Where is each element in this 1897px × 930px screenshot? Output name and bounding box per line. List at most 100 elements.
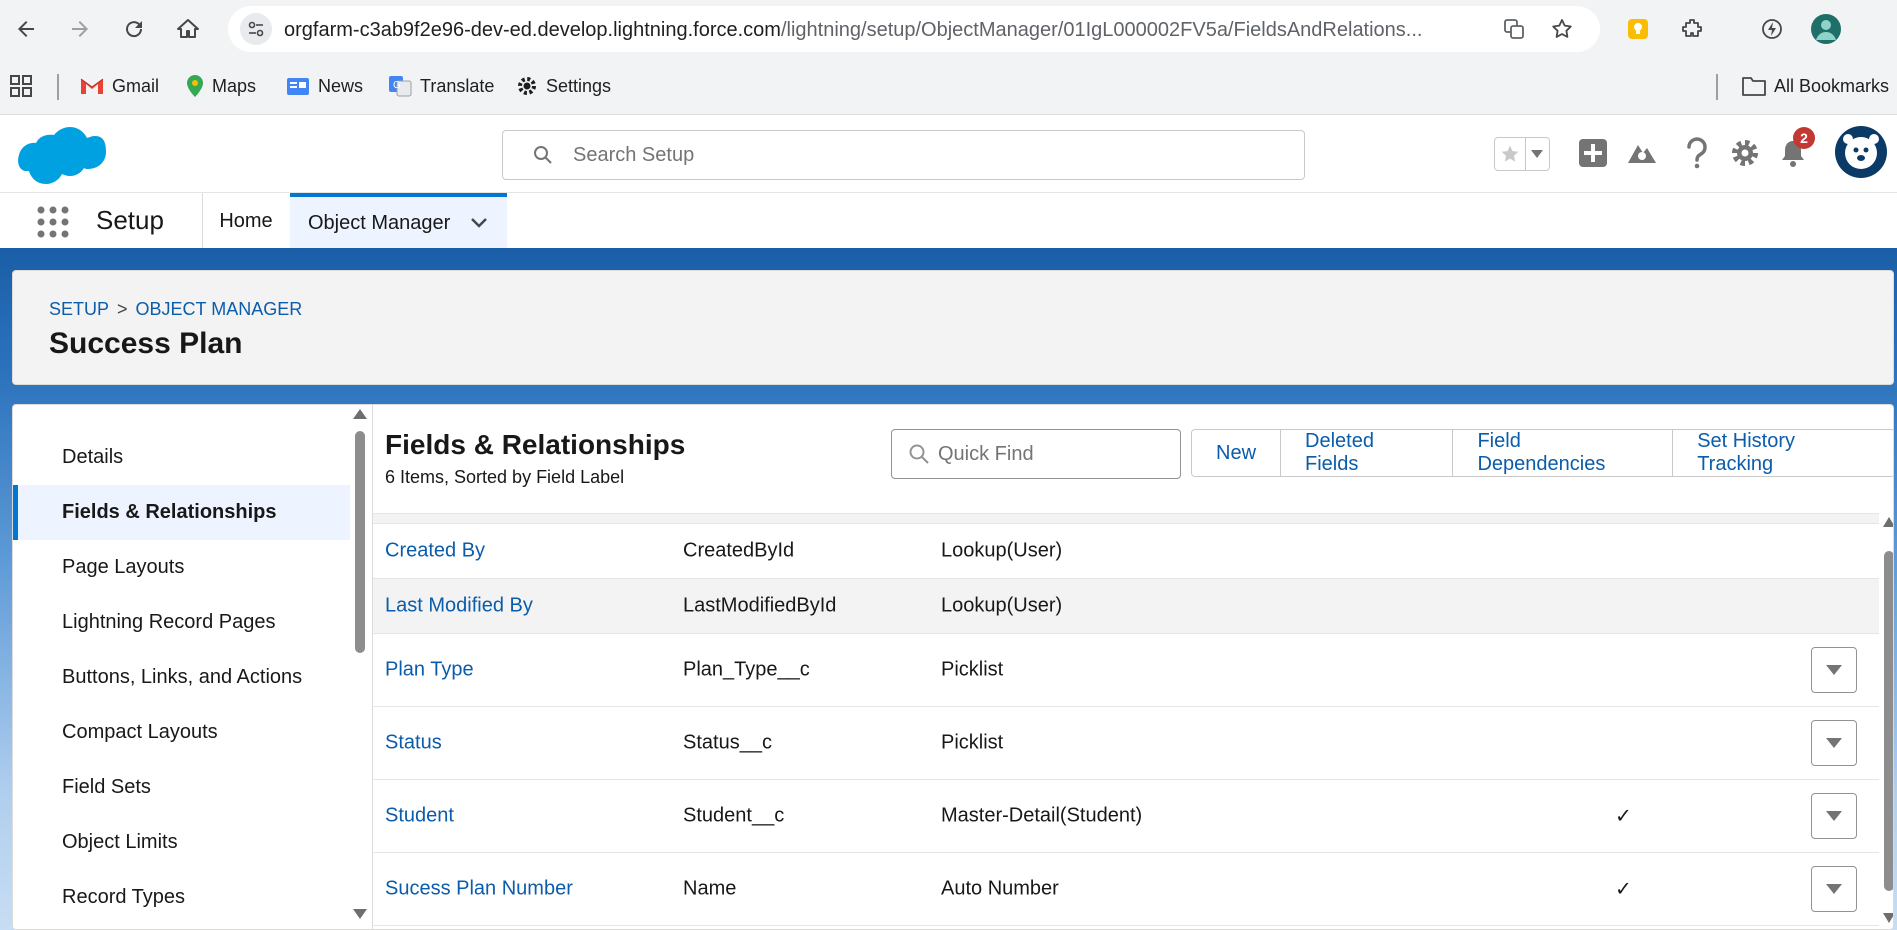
site-info-icon[interactable] [240,13,272,45]
quick-find[interactable] [891,429,1181,479]
all-bookmarks[interactable]: All Bookmarks [1742,72,1889,100]
sidebar-item-record-types[interactable]: Record Types [13,870,350,925]
field-api-name: Status__c [683,731,772,754]
section-title: Fields & Relationships [385,429,686,460]
help-icon[interactable] [1679,135,1715,171]
sidebar-item-label: Details [62,446,124,468]
sidebar-item-buttons-links-actions[interactable]: Buttons, Links, and Actions [13,650,350,705]
field-data-type: Auto Number [941,877,1059,900]
extensions-puzzle-icon[interactable] [1676,13,1708,45]
field-data-type: Lookup(User) [941,594,1063,617]
tab-home[interactable]: Home [203,193,289,249]
sidebar-scrollbar[interactable] [350,405,372,929]
app-name: Setup [96,205,164,235]
field-data-type: Picklist [941,731,1004,754]
scroll-up-icon[interactable] [1883,517,1894,527]
app-launcher-icon[interactable] [36,205,70,244]
section-subtitle: 6 Items, Sorted by Field Label [385,467,625,487]
breadcrumb-object-manager[interactable]: OBJECT MANAGER [136,299,303,320]
global-header: 2 [0,115,1897,192]
object-sidebar: Details Fields & Relationships Page Layo… [13,405,350,929]
table-scroll-thumb[interactable] [1884,551,1893,891]
bookmark-news[interactable]: News [286,72,363,100]
set-history-tracking-button[interactable]: Set History Tracking [1673,430,1893,476]
scroll-down-icon[interactable] [353,909,367,919]
sidebar-item-field-sets[interactable]: Field Sets [13,760,350,815]
bookmark-star-icon[interactable] [1548,15,1576,43]
keep-extension-icon[interactable] [1622,13,1654,45]
sidebar-item-page-layouts[interactable]: Page Layouts [13,540,350,595]
apps-grid-icon[interactable] [10,72,32,100]
field-label-link[interactable]: Sucess Plan Number [385,878,573,901]
bookmark-gmail[interactable]: Gmail [80,72,159,100]
sidebar-scroll-thumb[interactable] [355,431,365,653]
svg-text:G: G [393,80,401,91]
translate-icon: G [389,76,412,97]
chevron-down-icon[interactable] [470,217,488,229]
field-api-name: Name [683,877,737,900]
setup-search-input[interactable] [573,141,1273,169]
address-bar[interactable]: orgfarm-c3ab9f2e96-dev-ed.develop.lightn… [228,6,1600,52]
back-icon[interactable] [10,13,42,45]
url-host: orgfarm-c3ab9f2e96-dev-ed.develop.lightn… [284,19,781,41]
reload-icon[interactable] [118,13,150,45]
scroll-up-icon[interactable] [353,409,367,419]
sidebar-item-details[interactable]: Details [13,430,350,485]
sidebar-item-compact-layouts[interactable]: Compact Layouts [13,705,350,760]
browser-toolbar: orgfarm-c3ab9f2e96-dev-ed.develop.lightn… [0,0,1897,58]
tab-object-manager[interactable]: Object Manager [290,193,507,249]
url-text[interactable]: orgfarm-c3ab9f2e96-dev-ed.develop.lightn… [284,19,1484,42]
bookmark-label: Settings [546,75,612,96]
user-avatar[interactable] [1834,125,1888,184]
favorites-star-icon[interactable] [1495,138,1526,170]
sidebar-item-object-limits[interactable]: Object Limits [13,815,350,870]
sidebar-item-label: Page Layouts [62,556,185,578]
field-label-link[interactable]: Student [385,805,454,828]
indexed-checkmark-icon: ✓ [1615,878,1632,901]
bookmark-maps[interactable]: Maps [186,72,256,100]
row-actions-button[interactable] [1811,793,1857,839]
bookmark-settings[interactable]: Settings [516,72,611,100]
field-dependencies-button[interactable]: Field Dependencies [1453,430,1674,476]
table-row: Student Student__c Master-Detail(Student… [373,780,1879,853]
row-actions-button[interactable] [1811,866,1857,912]
sidebar-item-label: Buttons, Links, and Actions [62,666,303,688]
sidebar-item-label: Record Types [62,886,186,908]
table-scrollbar[interactable] [1883,513,1894,929]
row-actions-button[interactable] [1811,647,1857,693]
global-actions-icon[interactable] [1575,135,1611,171]
home-icon[interactable] [172,13,204,45]
profile-avatar-icon[interactable] [1810,13,1842,45]
setup-search[interactable] [502,130,1305,180]
setup-gear-icon[interactable] [1727,135,1763,171]
sidebar-item-fields-relationships[interactable]: Fields & Relationships [13,485,350,540]
salesforce-logo[interactable] [18,125,106,192]
bookmark-translate[interactable]: G Translate [388,72,494,100]
new-field-button[interactable]: New [1192,430,1282,476]
field-label-link[interactable]: Created By [385,540,485,563]
chevron-down-icon [1826,665,1842,675]
maps-pin-icon [187,75,203,97]
field-label-link[interactable]: Plan Type [385,659,474,682]
row-actions-button[interactable] [1811,720,1857,766]
field-label-link[interactable]: Status [385,732,442,755]
field-label-link[interactable]: Last Modified By [385,595,533,618]
trailhead-icon[interactable] [1624,135,1660,171]
favorites-control [1494,137,1550,171]
scroll-down-icon[interactable] [1883,913,1894,923]
sidebar-item-label: Field Sets [62,776,151,798]
performance-icon[interactable] [1756,13,1788,45]
notifications-bell-icon[interactable]: 2 [1775,127,1815,171]
fields-panel: Fields & Relationships 6 Items, Sorted b… [373,405,1894,929]
breadcrumb-setup[interactable]: SETUP [49,299,109,320]
favorites-dropdown-icon[interactable] [1526,138,1549,170]
field-api-name: Plan_Type__c [683,658,810,681]
deleted-fields-button[interactable]: Deleted Fields [1281,430,1454,476]
forward-icon[interactable] [64,13,96,45]
quick-find-input[interactable] [938,441,1168,467]
breadcrumb: SETUP > OBJECT MANAGER [49,299,302,320]
sidebar-item-lightning-record-pages[interactable]: Lightning Record Pages [13,595,350,650]
translate-page-icon[interactable] [1500,15,1528,43]
sidebar-item-label: Object Limits [62,831,178,853]
table-row: Status Status__c Picklist [373,707,1879,780]
